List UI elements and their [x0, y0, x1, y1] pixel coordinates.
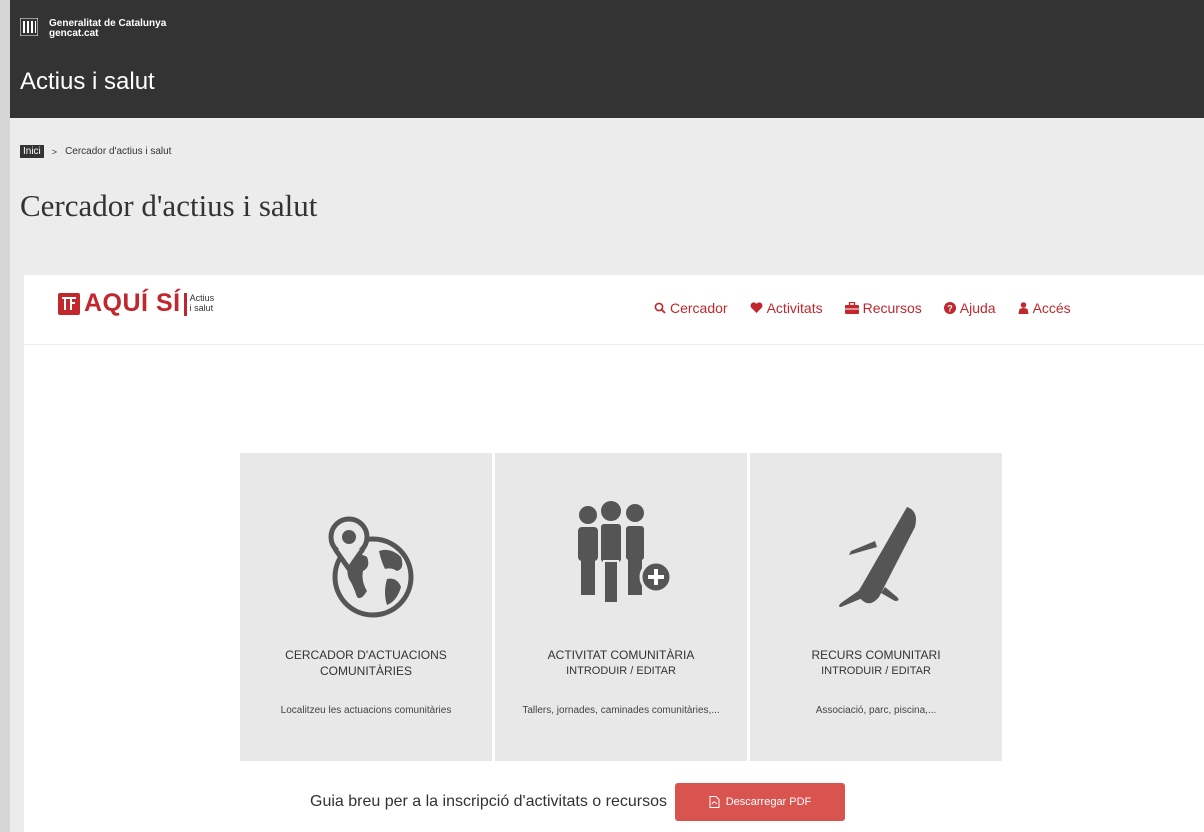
- breadcrumb: Inici > Cercador d'actius i salut: [20, 145, 171, 158]
- download-pdf-button[interactable]: Descarregar PDF: [675, 783, 845, 821]
- generalitat-logo-icon[interactable]: [20, 18, 38, 36]
- card-activitat-title-text: ACTIVITAT COMUNITÀRIA: [547, 648, 695, 662]
- card-recurs-title-text: RECURS COMUNITARI: [811, 648, 941, 662]
- page-title: Cercador d'actius i salut: [20, 188, 318, 223]
- nav-ajuda-label: Ajuda: [959, 300, 996, 316]
- svg-text:?: ?: [947, 303, 953, 313]
- logo-mark-icon: [58, 293, 80, 315]
- nav-ajuda[interactable]: ? Ajuda: [943, 300, 996, 316]
- question-icon: ?: [943, 302, 956, 314]
- card-activitat[interactable]: ACTIVITAT COMUNITÀRIA INTRODUIR / EDITAR…: [495, 453, 747, 761]
- globe-pin-icon: [240, 497, 492, 618]
- briefcase-icon: [844, 302, 859, 314]
- nav-recursos[interactable]: Recursos: [844, 300, 922, 316]
- card-recurs[interactable]: RECURS COMUNITARI INTRODUIR / EDITAR Ass…: [750, 453, 1002, 761]
- breadcrumb-home[interactable]: Inici: [20, 145, 44, 158]
- site-title[interactable]: Actius i salut: [20, 68, 155, 96]
- gov-brand[interactable]: Generalitat de Catalunya gencat.cat: [49, 19, 166, 39]
- knife-icon: [750, 497, 1002, 617]
- heart-icon: [750, 302, 763, 313]
- guide-row: Guia breu per a la inscripció d'activita…: [310, 783, 845, 821]
- logo-subtitle: Actius i salut: [190, 293, 215, 313]
- nav-recursos-label: Recursos: [862, 300, 922, 316]
- logo-sub-line1: Actius: [189, 293, 215, 303]
- nav-acces[interactable]: Accés: [1018, 300, 1071, 316]
- people-add-icon: [495, 497, 747, 617]
- app-logo[interactable]: AQUÍ SÍ Actius i salut: [58, 289, 214, 318]
- nav-activitats-label: Activitats: [766, 300, 823, 316]
- left-shadow: [0, 0, 10, 832]
- download-pdf-label: Descarregar PDF: [725, 796, 812, 808]
- card-recurs-title: RECURS COMUNITARI INTRODUIR / EDITAR: [760, 647, 992, 679]
- card-recurs-desc: Associació, parc, piscina,...: [815, 705, 937, 716]
- card-activitat-desc: Tallers, jornades, caminades comunitàrie…: [522, 705, 720, 716]
- gov-brand-line2: gencat.cat: [49, 28, 99, 39]
- cards-row: CERCADOR D'ACTUACIONS COMUNITÀRIES Local…: [240, 453, 1005, 761]
- nav-cercador[interactable]: Cercador: [654, 300, 728, 316]
- card-activitat-title: ACTIVITAT COMUNITÀRIA INTRODUIR / EDITAR: [505, 647, 737, 679]
- pdf-file-icon: [709, 796, 720, 808]
- card-activitat-subtitle: INTRODUIR / EDITAR: [566, 665, 676, 677]
- nav-cercador-label: Cercador: [670, 300, 728, 316]
- app-frame: AQUÍ SÍ Actius i salut Cercador Activita…: [24, 275, 1204, 832]
- card-cercador[interactable]: CERCADOR D'ACTUACIONS COMUNITÀRIES Local…: [240, 453, 492, 761]
- app-navbar: AQUÍ SÍ Actius i salut Cercador Activita…: [24, 275, 1204, 345]
- search-icon: [654, 302, 666, 314]
- card-cercador-title: CERCADOR D'ACTUACIONS COMUNITÀRIES: [285, 648, 447, 678]
- user-icon: [1018, 302, 1029, 314]
- nav-acces-label: Accés: [1032, 300, 1071, 316]
- guide-text: Guia breu per a la inscripció d'activita…: [310, 793, 667, 810]
- nav-menu: Cercador Activitats Recursos ? Ajuda Acc…: [654, 300, 1093, 316]
- gov-header: Generalitat de Catalunya gencat.cat Acti…: [10, 0, 1204, 118]
- logo-divider: [183, 293, 187, 316]
- nav-activitats[interactable]: Activitats: [750, 300, 823, 316]
- breadcrumb-current: Cercador d'actius i salut: [65, 146, 172, 157]
- logo-sub-line2: i salut: [189, 303, 214, 313]
- logo-name: AQUÍ SÍ: [84, 289, 181, 317]
- breadcrumb-separator: >: [51, 146, 58, 157]
- card-cercador-desc: Localitzeu les actuacions comunitàries: [280, 705, 452, 716]
- card-recurs-subtitle: INTRODUIR / EDITAR: [821, 665, 931, 677]
